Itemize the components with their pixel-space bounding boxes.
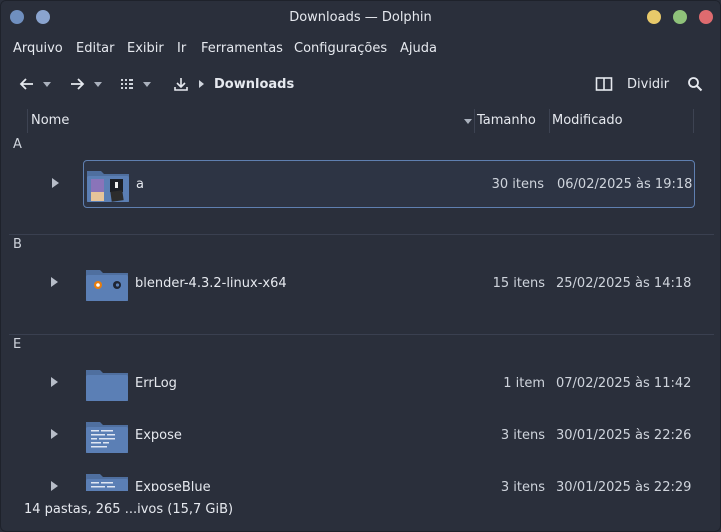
view-mode-button[interactable] [119, 73, 135, 95]
minimize-button[interactable] [647, 10, 661, 24]
list-item-exposeblue[interactable]: ExposeBlue 3 itens 30/01/2025 às 22:29 [51, 464, 695, 491]
breadcrumb[interactable]: Downloads [214, 73, 294, 95]
breadcrumb-current: Downloads [214, 76, 295, 92]
menu-ajuda[interactable]: Ajuda [400, 41, 437, 56]
column-separator[interactable] [474, 109, 475, 133]
split-view-icon [595, 77, 613, 91]
split-view-button[interactable] [595, 73, 613, 95]
item-name: a [136, 177, 144, 192]
menu-editar[interactable]: Editar [76, 41, 115, 56]
split-label-button[interactable]: Dividir [627, 73, 669, 95]
back-button[interactable] [19, 73, 35, 95]
window-title: Downloads — Dolphin [289, 10, 432, 25]
item-modified: 07/02/2025 às 11:42 [556, 376, 692, 391]
folder-text-icon [86, 422, 128, 453]
chevron-down-icon [43, 81, 51, 87]
item-size: 1 item [503, 376, 545, 391]
item-modified: 25/02/2025 às 14:18 [556, 276, 692, 291]
breadcrumb-separator[interactable] [199, 73, 204, 95]
folder-text-icon [86, 474, 128, 491]
column-size-header[interactable]: Tamanho [477, 113, 536, 128]
column-name-header[interactable]: Nome [31, 113, 69, 128]
arrow-left-icon [19, 78, 33, 90]
item-size: 15 itens [492, 276, 545, 291]
expand-arrow-icon[interactable] [52, 178, 59, 188]
back-history-dropdown[interactable] [43, 73, 51, 95]
status-text: 14 pastas, 265 ...ivos (15,7 GiB) [24, 502, 234, 517]
chevron-right-icon [199, 80, 204, 88]
folder-thumbnails-icon [87, 171, 129, 202]
item-size: 3 itens [500, 480, 545, 491]
search-icon [688, 77, 703, 92]
item-size: 30 itens [491, 177, 544, 192]
menu-exibir[interactable]: Exibir [127, 41, 164, 56]
breadcrumb-downloads-icon[interactable] [173, 73, 189, 95]
column-separator[interactable] [549, 109, 550, 133]
chevron-down-icon [94, 81, 102, 87]
maximize-button[interactable] [673, 10, 687, 24]
dolphin-window: Downloads — Dolphin Arquivo Editar Exibi… [0, 0, 721, 532]
column-separator [27, 109, 28, 133]
menu-arquivo[interactable]: Arquivo [13, 41, 63, 56]
chevron-down-icon [143, 81, 151, 87]
group-header-b: B [13, 237, 22, 252]
column-header: Nome Tamanho Modificado [9, 109, 714, 135]
item-size: 3 itens [500, 428, 545, 443]
column-modified-header[interactable]: Modificado [552, 113, 623, 128]
column-separator[interactable] [693, 109, 694, 133]
expand-arrow-icon[interactable] [51, 481, 58, 491]
sort-descending-icon[interactable] [464, 119, 472, 124]
expand-arrow-icon[interactable] [51, 277, 58, 287]
item-name: ErrLog [135, 376, 177, 391]
item-name: blender-4.3.2-linux-x64 [135, 276, 287, 291]
details-view-icon [121, 79, 133, 89]
menu-ferramentas[interactable]: Ferramentas [201, 41, 283, 56]
list-item-errlog[interactable]: ErrLog 1 item 07/02/2025 às 11:42 [51, 360, 695, 408]
toolbar: Downloads Dividir [1, 67, 720, 101]
list-item-a[interactable]: a 30 itens 06/02/2025 às 19:18 [52, 160, 695, 208]
item-name: ExposeBlue [135, 480, 211, 491]
folder-icon [86, 370, 128, 401]
expand-arrow-icon[interactable] [51, 429, 58, 439]
close-button[interactable] [699, 10, 713, 24]
status-bar: 14 pastas, 265 ...ivos (15,7 GiB) [1, 495, 720, 525]
forward-button[interactable] [69, 73, 85, 95]
group-header-e: E [13, 337, 22, 352]
split-label: Dividir [627, 76, 670, 92]
view-mode-dropdown[interactable] [143, 73, 151, 95]
list-item-expose[interactable]: Expose 3 itens 30/01/2025 às 22:26 [51, 412, 695, 460]
group-header-a: A [13, 137, 22, 152]
file-list[interactable]: A a 30 itens 06/02/2025 às 19:18 B blend… [9, 135, 714, 491]
item-modified: 30/01/2025 às 22:29 [556, 480, 692, 491]
arrow-right-icon [71, 78, 85, 90]
menu-bar: Arquivo Editar Exibir Ir Ferramentas Con… [1, 37, 720, 61]
download-icon [174, 78, 188, 91]
menu-configuracoes[interactable]: Configurações [294, 41, 387, 56]
menu-ir[interactable]: Ir [177, 41, 186, 56]
item-name: Expose [135, 428, 182, 443]
title-bar[interactable]: Downloads — Dolphin [1, 1, 720, 35]
search-button[interactable] [687, 73, 703, 95]
item-modified: 06/02/2025 às 19:18 [557, 177, 693, 192]
group-divider [9, 334, 714, 335]
item-modified: 30/01/2025 às 22:26 [556, 428, 692, 443]
forward-history-dropdown[interactable] [94, 73, 102, 95]
folder-blender-icon [86, 270, 128, 301]
list-item-blender[interactable]: blender-4.3.2-linux-x64 15 itens 25/02/2… [51, 260, 695, 308]
group-divider [9, 234, 714, 235]
expand-arrow-icon[interactable] [51, 377, 58, 387]
